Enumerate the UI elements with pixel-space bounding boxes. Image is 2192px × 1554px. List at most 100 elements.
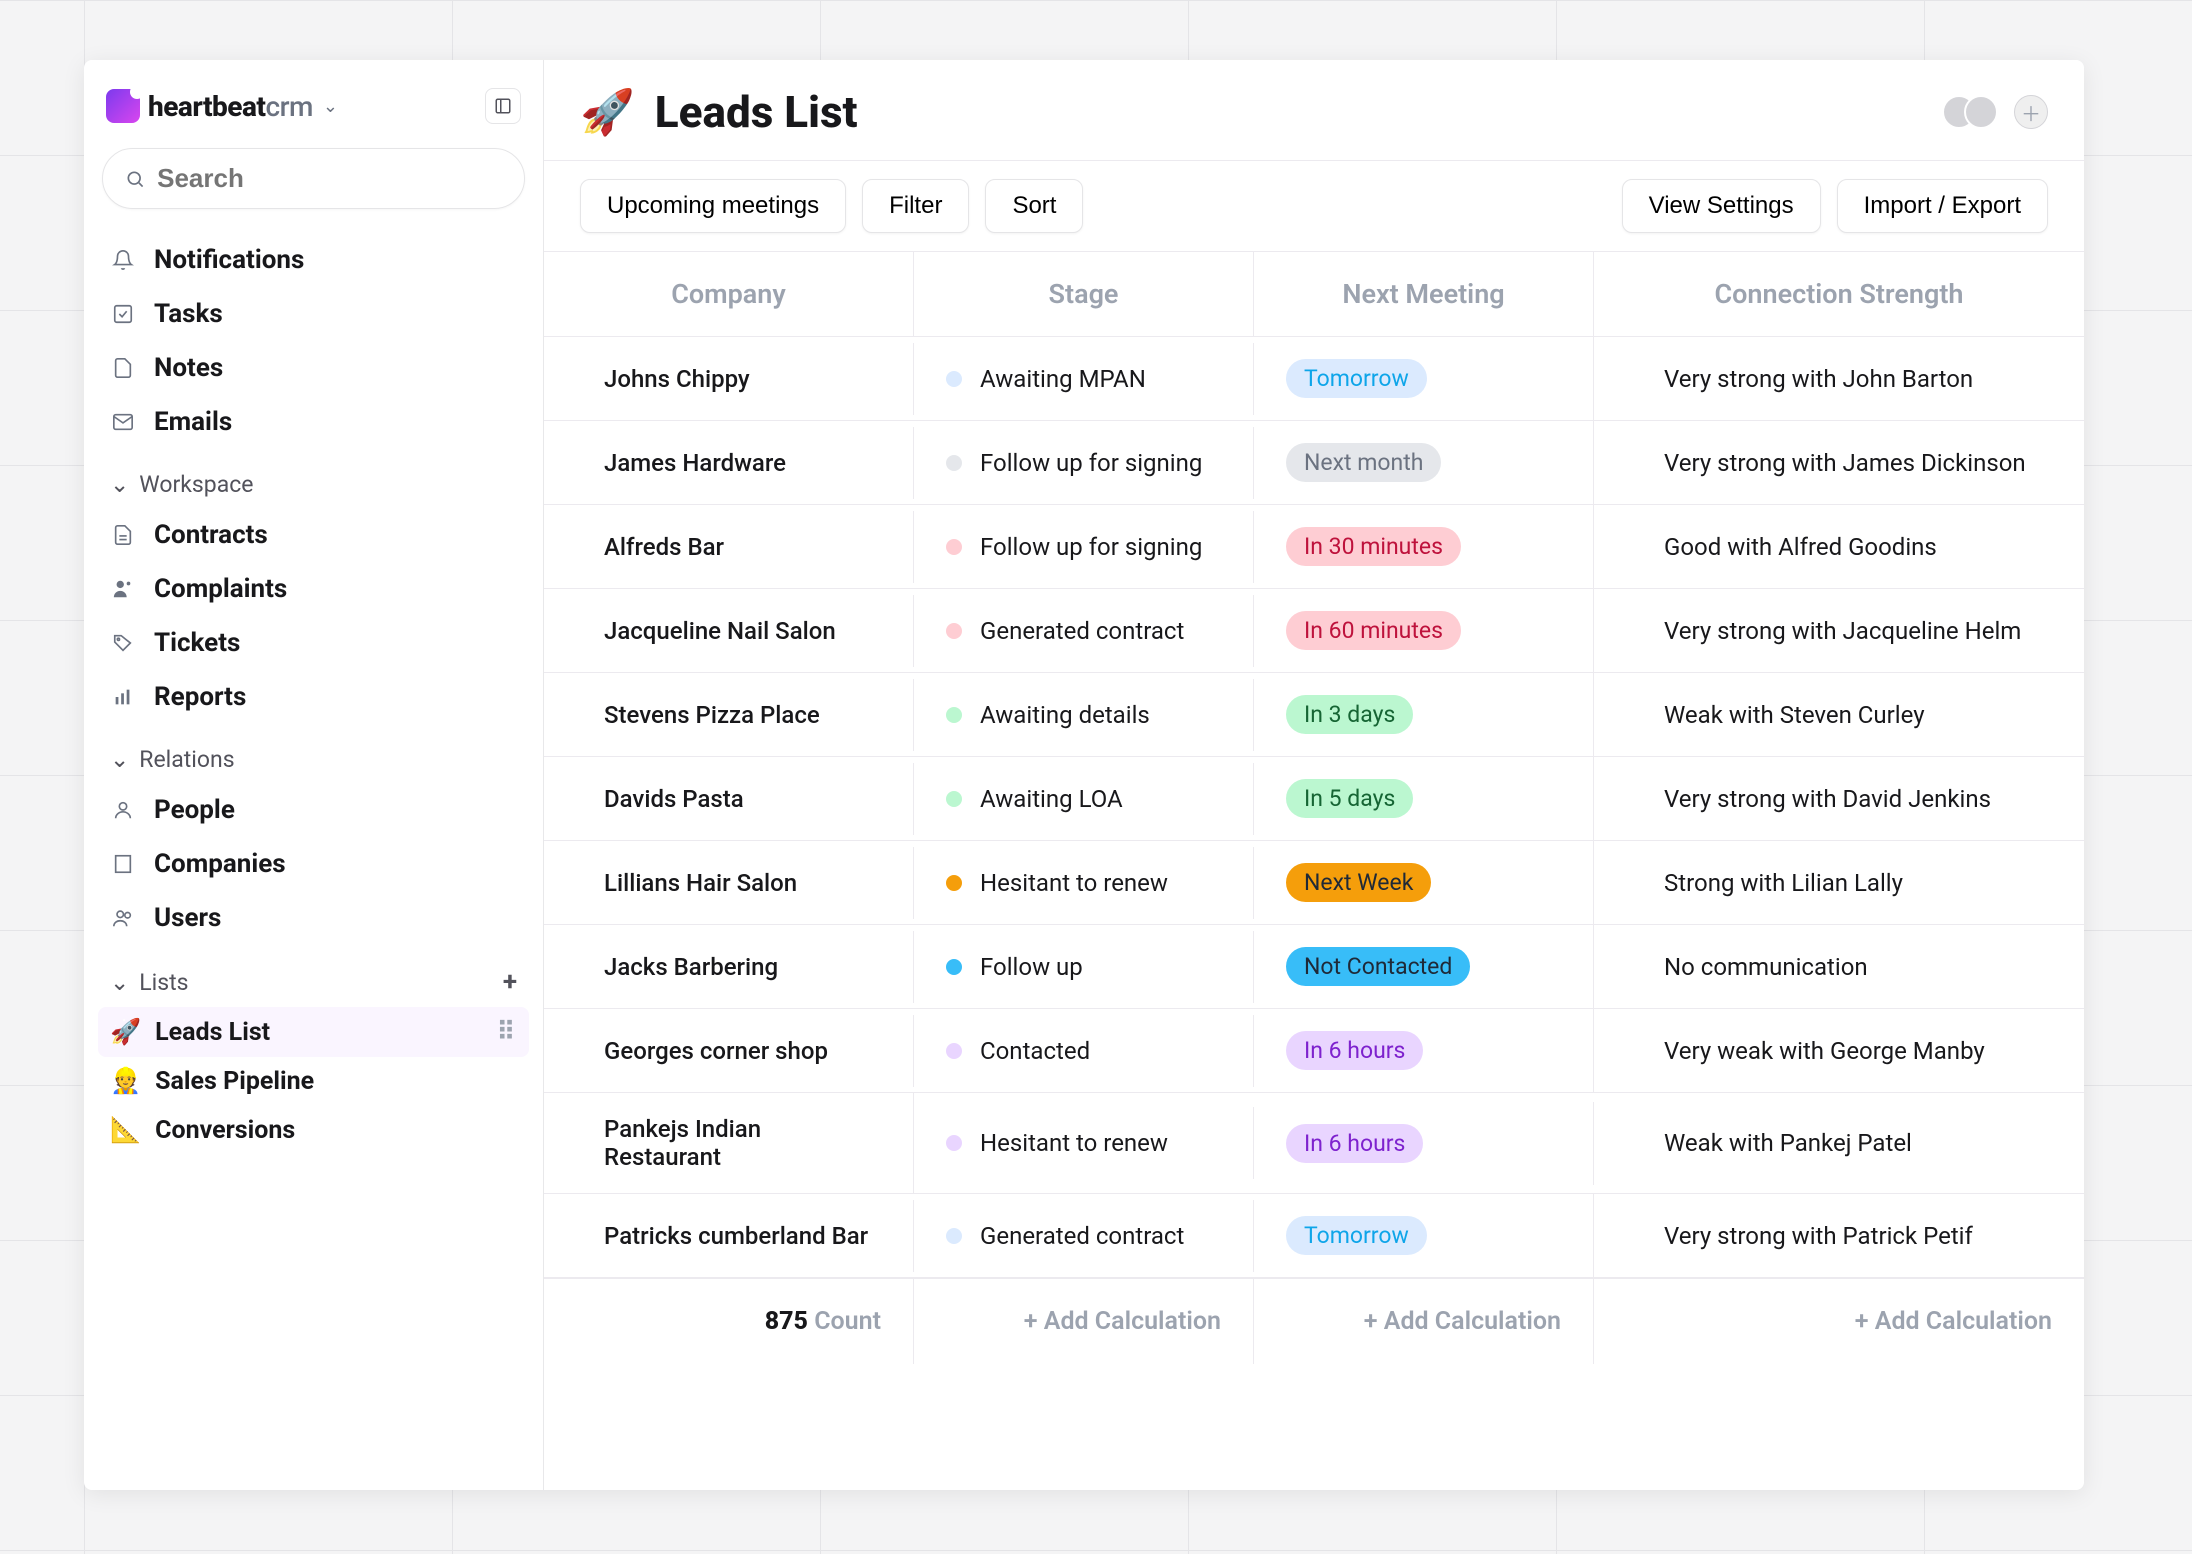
cell-stage[interactable]: Contacted (914, 1015, 1254, 1087)
cell-stage[interactable]: Generated contract (914, 595, 1254, 667)
stage-dot-icon (946, 539, 962, 555)
main-content: 🚀 Leads List ＋ Upcoming meetings Filter … (544, 60, 2084, 1490)
sidebar-item-notifications[interactable]: Notifications (98, 233, 529, 287)
cell-connection[interactable]: Very strong with David Jenkins (1594, 763, 2084, 835)
sidebar-item-companies[interactable]: Companies (98, 837, 529, 891)
cell-next-meeting[interactable]: Tomorrow (1254, 337, 1594, 420)
cell-next-meeting[interactable]: In 30 minutes (1254, 505, 1594, 588)
cell-connection[interactable]: Very weak with George Manby (1594, 1015, 2084, 1087)
cell-stage[interactable]: Awaiting details (914, 679, 1254, 751)
sidebar-item-emails[interactable]: Emails (98, 395, 529, 449)
cell-next-meeting[interactable]: In 5 days (1254, 757, 1594, 840)
cell-stage[interactable]: Follow up for signing (914, 427, 1254, 499)
table-row[interactable]: Stevens Pizza Place Awaiting details In … (544, 673, 2084, 757)
add-calculation-meeting[interactable]: + Add Calculation (1254, 1279, 1594, 1364)
cell-next-meeting[interactable]: In 6 hours (1254, 1009, 1594, 1092)
cell-next-meeting[interactable]: Next Week (1254, 841, 1594, 924)
add-list-button[interactable]: + (503, 967, 517, 997)
upcoming-meetings-button[interactable]: Upcoming meetings (580, 179, 846, 233)
sidebar-item-leads-list[interactable]: 🚀Leads List⠿ (98, 1007, 529, 1057)
table-row[interactable]: Alfreds Bar Follow up for signing In 30 … (544, 505, 2084, 589)
table-row[interactable]: Pankejs Indian Restaurant Hesitant to re… (544, 1093, 2084, 1194)
brand-chevron-icon[interactable]: ⌄ (323, 96, 338, 117)
cell-company[interactable]: Lillians Hair Salon (544, 847, 914, 919)
col-next-meeting[interactable]: Next Meeting (1254, 252, 1594, 336)
cell-next-meeting[interactable]: In 6 hours (1254, 1102, 1594, 1185)
collaborator-avatars[interactable] (1942, 95, 1998, 129)
cell-stage[interactable]: Hesitant to renew (914, 847, 1254, 919)
col-company[interactable]: Company (544, 252, 914, 336)
cell-connection[interactable]: Weak with Steven Curley (1594, 679, 2084, 751)
import-export-button[interactable]: Import / Export (1837, 179, 2048, 233)
cell-company[interactable]: James Hardware (544, 427, 914, 499)
cell-company[interactable]: Pankejs Indian Restaurant (544, 1093, 914, 1193)
filter-button[interactable]: Filter (862, 179, 969, 233)
search-input[interactable] (157, 163, 502, 194)
table-row[interactable]: James Hardware Follow up for signing Nex… (544, 421, 2084, 505)
sidebar-item-users[interactable]: Users (98, 891, 529, 945)
cell-connection[interactable]: Weak with Pankej Patel (1594, 1107, 2084, 1179)
cell-company[interactable]: Jacks Barbering (544, 931, 914, 1003)
sidebar-item-sales-pipeline[interactable]: 👷Sales Pipeline⠿ (98, 1057, 529, 1106)
sidebar-item-conversions[interactable]: 📐Conversions⠿ (98, 1106, 529, 1155)
sidebar-item-complaints[interactable]: Complaints (98, 562, 529, 616)
cell-connection[interactable]: Very strong with James Dickinson (1594, 427, 2084, 499)
col-stage[interactable]: Stage (914, 252, 1254, 336)
section-relations[interactable]: ⌄Relations (98, 724, 529, 783)
table-row[interactable]: Georges corner shop Contacted In 6 hours… (544, 1009, 2084, 1093)
collapse-sidebar-button[interactable] (485, 88, 521, 124)
sidebar-item-notes[interactable]: Notes (98, 341, 529, 395)
cell-stage[interactable]: Generated contract (914, 1200, 1254, 1272)
stage-label: Follow up for signing (980, 449, 1202, 477)
section-lists[interactable]: ⌄Lists+ (98, 945, 529, 1007)
cell-company[interactable]: Alfreds Bar (544, 511, 914, 583)
section-workspace[interactable]: ⌄Workspace (98, 449, 529, 508)
add-calculation-stage[interactable]: + Add Calculation (914, 1279, 1254, 1364)
cell-stage[interactable]: Awaiting LOA (914, 763, 1254, 835)
sidebar-item-people[interactable]: People (98, 783, 529, 837)
table-row[interactable]: Jacks Barbering Follow up Not Contacted … (544, 925, 2084, 1009)
table-row[interactable]: Lillians Hair Salon Hesitant to renew Ne… (544, 841, 2084, 925)
section-title: Lists (139, 969, 188, 996)
col-connection[interactable]: Connection Strength (1594, 252, 2084, 336)
cell-connection[interactable]: Very strong with Jacqueline Helm (1594, 595, 2084, 667)
meeting-pill: Tomorrow (1286, 1216, 1427, 1255)
cell-connection[interactable]: Strong with Lilian Lally (1594, 847, 2084, 919)
cell-stage[interactable]: Awaiting MPAN (914, 343, 1254, 415)
cell-connection[interactable]: Very strong with Patrick Petif (1594, 1200, 2084, 1272)
drag-handle-icon[interactable]: ⠿ (497, 1017, 517, 1047)
table-row[interactable]: Jacqueline Nail Salon Generated contract… (544, 589, 2084, 673)
sidebar-item-label: Leads List (155, 1018, 270, 1047)
cell-next-meeting[interactable]: Not Contacted (1254, 925, 1594, 1008)
cell-next-meeting[interactable]: Tomorrow (1254, 1194, 1594, 1277)
cell-connection[interactable]: No communication (1594, 931, 2084, 1003)
cell-company[interactable]: Johns Chippy (544, 343, 914, 415)
search-input-wrap[interactable] (102, 148, 525, 209)
sidebar-item-reports[interactable]: Reports (98, 670, 529, 724)
table-row[interactable]: Patricks cumberland Bar Generated contra… (544, 1194, 2084, 1278)
brand[interactable]: heartbeatcrm ⌄ (106, 89, 338, 123)
cell-next-meeting[interactable]: In 3 days (1254, 673, 1594, 756)
view-settings-button[interactable]: View Settings (1622, 179, 1821, 233)
cell-next-meeting[interactable]: Next month (1254, 421, 1594, 504)
add-calculation-connection[interactable]: + Add Calculation (1594, 1279, 2084, 1364)
cell-stage[interactable]: Follow up for signing (914, 511, 1254, 583)
cell-stage[interactable]: Follow up (914, 931, 1254, 1003)
cell-company[interactable]: Patricks cumberland Bar (544, 1200, 914, 1272)
sidebar-item-contracts[interactable]: Contracts (98, 508, 529, 562)
add-collaborator-button[interactable]: ＋ (2014, 95, 2048, 129)
cell-connection[interactable]: Very strong with John Barton (1594, 343, 2084, 415)
table-row[interactable]: Johns Chippy Awaiting MPAN Tomorrow Very… (544, 337, 2084, 421)
sidebar-item-tickets[interactable]: Tickets (98, 616, 529, 670)
cell-stage[interactable]: Hesitant to renew (914, 1107, 1254, 1179)
cell-company[interactable]: Davids Pasta (544, 763, 914, 835)
stage-dot-icon (946, 1135, 962, 1151)
cell-company[interactable]: Jacqueline Nail Salon (544, 595, 914, 667)
sort-button[interactable]: Sort (985, 179, 1083, 233)
cell-connection[interactable]: Good with Alfred Goodins (1594, 511, 2084, 583)
sidebar-item-tasks[interactable]: Tasks (98, 287, 529, 341)
cell-company[interactable]: Stevens Pizza Place (544, 679, 914, 751)
cell-next-meeting[interactable]: In 60 minutes (1254, 589, 1594, 672)
cell-company[interactable]: Georges corner shop (544, 1015, 914, 1087)
table-row[interactable]: Davids Pasta Awaiting LOA In 5 days Very… (544, 757, 2084, 841)
